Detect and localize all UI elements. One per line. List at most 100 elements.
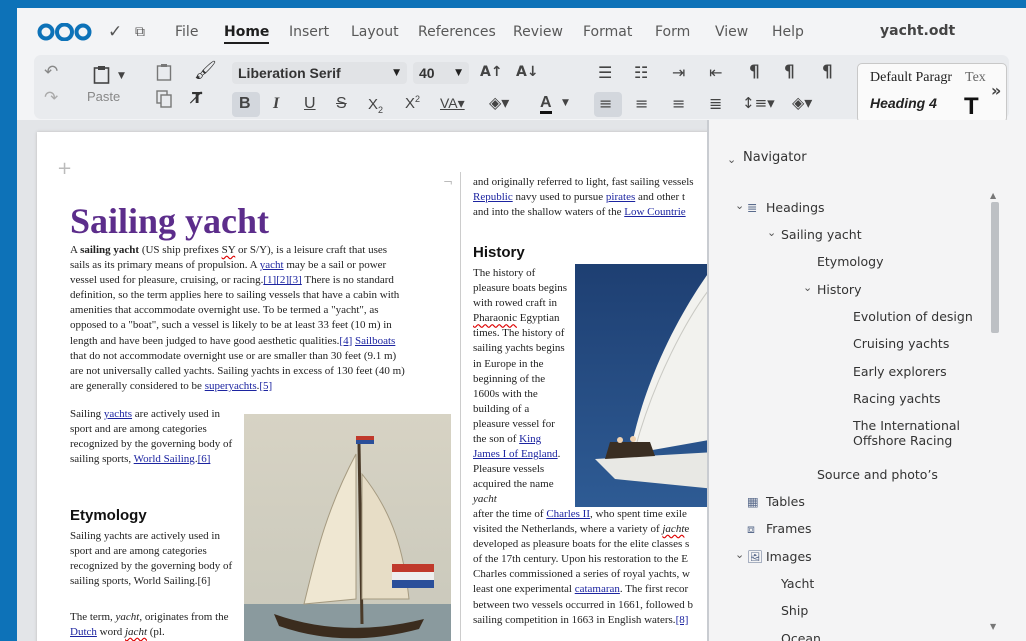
increase-indent-icon[interactable]: ⇥ (672, 65, 685, 81)
menu-references[interactable]: References (418, 24, 496, 40)
more-styles-chevron-icon[interactable]: » (991, 83, 1001, 99)
nextcloud-logo[interactable] (37, 23, 92, 41)
hyperlink[interactable]: yacht (260, 259, 284, 271)
hyperlink[interactable]: [1] (263, 274, 276, 286)
checkmark-icon[interactable]: ✓ (108, 24, 122, 41)
hyperlink[interactable]: World Sailing (134, 453, 195, 465)
paste-icon[interactable] (93, 65, 110, 84)
bullet-list-icon[interactable]: ☰ (598, 65, 612, 81)
paragraph-rtl-icon[interactable]: ¶ (822, 64, 833, 81)
navigator-item[interactable]: Tables (766, 494, 805, 509)
hyperlink[interactable]: Republic (473, 191, 513, 203)
menu-layout[interactable]: Layout (351, 24, 399, 40)
document-page[interactable]: + ¬ Sailing yacht A sailing yacht (US sh… (37, 132, 709, 641)
navigator-item[interactable]: Racing yachts (853, 391, 973, 406)
style-text-body[interactable]: Tex (965, 70, 986, 86)
highlight-color-icon[interactable]: ◈▾ (489, 95, 509, 111)
document-canvas[interactable]: + ¬ Sailing yacht A sailing yacht (US sh… (17, 120, 709, 641)
font-size-select[interactable]: 40 ▼ (413, 62, 469, 84)
chevron-down-icon[interactable]: ⌄ (803, 281, 812, 294)
align-right-icon[interactable]: ≡ (672, 96, 685, 112)
menu-view[interactable]: View (715, 24, 748, 40)
decrease-indent-icon[interactable]: ⇤ (709, 65, 722, 81)
navigator-item[interactable]: The International Offshore Racing (853, 418, 973, 448)
font-name-select[interactable]: Liberation Serif ▼ (232, 62, 407, 84)
style-heading-4[interactable]: Heading 4 (870, 95, 937, 111)
menu-review[interactable]: Review (513, 24, 563, 40)
hyperlink[interactable]: [2] (276, 274, 289, 286)
menu-insert[interactable]: Insert (289, 24, 329, 40)
hyperlink[interactable]: [6] (198, 453, 211, 465)
hyperlink[interactable]: King James I of England (473, 433, 558, 460)
numbered-list-icon[interactable]: ☷ (634, 65, 648, 81)
font-color-chevron-icon[interactable]: ▼ (562, 99, 569, 108)
navigator-item[interactable]: Cruising yachts (853, 336, 973, 351)
hyperlink[interactable]: Charles II (546, 508, 590, 520)
scrollbar-thumb[interactable] (991, 202, 999, 333)
style-title-preview-icon[interactable]: T (964, 93, 979, 121)
paragraph-ltr-icon[interactable]: ¶ (784, 64, 795, 81)
undo-icon[interactable]: ↶ (44, 64, 58, 81)
chevron-down-icon[interactable]: ⌄ (735, 199, 744, 212)
shrink-font-icon[interactable]: A↓ (516, 65, 539, 79)
navigator-item[interactable]: History (817, 282, 861, 297)
menu-help[interactable]: Help (772, 24, 804, 40)
clone-formatting-icon[interactable]: 🖌 (194, 62, 217, 80)
menu-form[interactable]: Form (655, 24, 690, 40)
chevron-down-icon[interactable]: ⌄ (735, 548, 744, 561)
align-left-icon[interactable]: ≡ (599, 96, 612, 112)
chevron-down-icon[interactable]: ⌄ (767, 226, 776, 239)
paragraph-background-icon[interactable]: ◈▾ (792, 95, 812, 111)
hyperlink[interactable]: catamaran (575, 583, 620, 595)
align-center-icon[interactable]: ≡ (635, 96, 648, 112)
hyperlink[interactable]: Low Countrie (624, 206, 685, 218)
hyperlink[interactable]: pirates (606, 191, 635, 203)
menu-format[interactable]: Format (583, 24, 632, 40)
navigator-item[interactable]: Ocean (781, 631, 821, 641)
hyperlink[interactable]: superyachts (205, 380, 257, 392)
menu-file[interactable]: File (175, 24, 198, 40)
formatting-marks-icon[interactable]: ¶ (749, 64, 760, 81)
subscript-icon[interactable]: X2 (368, 97, 383, 115)
hyperlink[interactable]: [8] (676, 614, 689, 626)
navigator-item[interactable]: Early explorers (853, 364, 973, 379)
text-case-icon[interactable]: VA▾ (440, 96, 465, 110)
navigator-item[interactable]: Frames (766, 521, 811, 536)
scroll-up-arrow-icon[interactable]: ▲ (990, 191, 996, 200)
underline-icon[interactable]: U (304, 96, 316, 112)
clipboard-icon[interactable] (156, 63, 172, 81)
redo-icon[interactable]: ↷ (44, 90, 58, 107)
hyperlink[interactable]: [4] (339, 335, 352, 347)
hyperlink[interactable]: Dutch (70, 626, 97, 638)
navigator-item[interactable]: Sailing yacht (781, 227, 862, 242)
sailing-ship-painting-image[interactable] (244, 414, 451, 641)
navigator-item[interactable]: Etymology (817, 254, 883, 269)
racing-yacht-photo-image[interactable] (575, 264, 709, 507)
menu-home[interactable]: Home (224, 24, 270, 44)
clear-formatting-icon[interactable]: T̸ (192, 91, 202, 106)
strikethrough-icon[interactable]: S (336, 96, 347, 112)
paste-dropdown-chevron-icon[interactable]: ▼ (118, 72, 125, 81)
navigator-item[interactable]: Ship (781, 603, 808, 618)
font-color-icon[interactable]: A (540, 95, 552, 114)
navigator-item[interactable]: Yacht (781, 576, 814, 591)
superscript-icon[interactable]: X2 (405, 95, 420, 112)
chevron-down-icon[interactable]: ⌄ (727, 153, 736, 166)
navigator-item[interactable]: Images (766, 549, 812, 564)
style-default-paragraph[interactable]: Default Paragr (870, 70, 952, 86)
grow-font-icon[interactable]: A↑ (480, 65, 503, 79)
justify-icon[interactable]: ≣ (709, 96, 722, 112)
bold-icon[interactable]: B (239, 96, 251, 112)
scroll-down-arrow-icon[interactable]: ▼ (990, 622, 996, 631)
hyperlink[interactable]: Sailboats (355, 335, 395, 347)
navigator-item[interactable]: Headings (766, 200, 825, 215)
hyperlink[interactable]: yachts (104, 408, 132, 420)
hyperlink[interactable]: [5] (259, 380, 272, 392)
line-spacing-icon[interactable]: ↕≡▾ (742, 96, 775, 111)
open-external-icon[interactable]: ⧉ (135, 25, 145, 39)
navigator-item[interactable]: Evolution of design (853, 309, 973, 324)
italic-icon[interactable]: I (273, 96, 279, 112)
hyperlink[interactable]: [3] (289, 274, 302, 286)
copy-icon[interactable] (156, 90, 173, 108)
navigator-item[interactable]: Source and photo’s (817, 467, 938, 482)
